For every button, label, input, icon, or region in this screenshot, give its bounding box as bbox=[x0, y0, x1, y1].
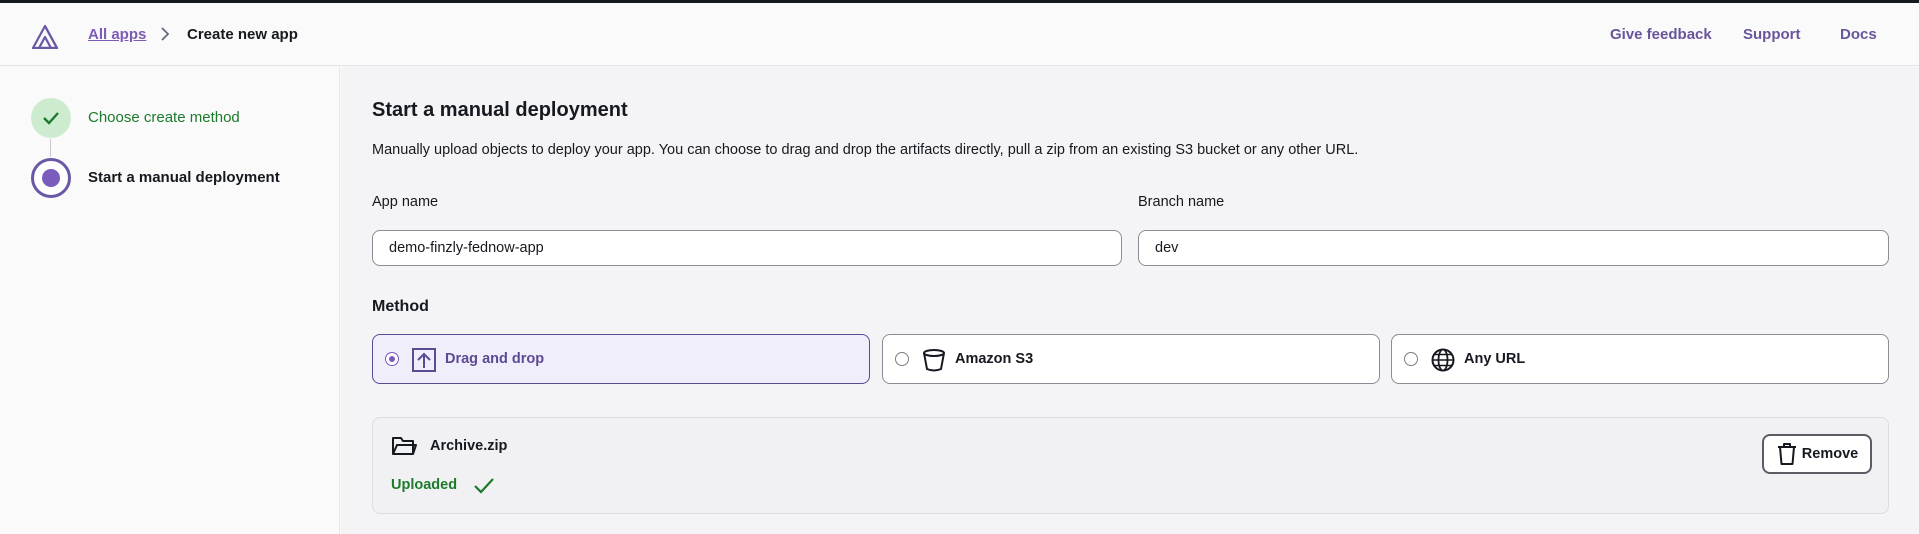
remove-button[interactable]: Remove bbox=[1762, 434, 1872, 474]
chevron-right-icon bbox=[161, 27, 170, 41]
branch-name-label: Branch name bbox=[1138, 194, 1225, 210]
give-feedback-link[interactable]: Give feedback bbox=[1610, 26, 1712, 43]
app-name-label: App name bbox=[372, 194, 439, 210]
breadcrumb-current: Create new app bbox=[187, 26, 298, 43]
method-option-label: Drag and drop bbox=[445, 351, 545, 367]
globe-icon bbox=[1431, 348, 1455, 372]
bucket-icon bbox=[923, 349, 945, 372]
check-icon bbox=[474, 478, 494, 494]
main-content: Start a manual deployment Manually uploa… bbox=[341, 67, 1919, 534]
check-icon bbox=[43, 112, 59, 125]
page-description: Manually upload objects to deploy your a… bbox=[372, 142, 1359, 158]
remove-label: Remove bbox=[1801, 446, 1859, 462]
uploaded-file-panel: Archive.zip Uploaded Remove bbox=[372, 417, 1889, 514]
radio-button[interactable] bbox=[895, 352, 909, 366]
top-navigation: All apps Create new app Give feedback Su… bbox=[0, 3, 1919, 66]
current-step-dot bbox=[42, 169, 60, 187]
upload-icon bbox=[412, 348, 436, 372]
method-option-amazon-s3[interactable]: Amazon S3 bbox=[882, 334, 1380, 384]
method-option-any-url[interactable]: Any URL bbox=[1391, 334, 1889, 384]
radio-button[interactable] bbox=[1404, 352, 1418, 366]
radio-button[interactable] bbox=[385, 352, 399, 366]
folder-icon bbox=[392, 437, 417, 455]
step-start-manual-deployment: Start a manual deployment bbox=[88, 169, 280, 186]
docs-link[interactable]: Docs bbox=[1840, 26, 1877, 43]
method-option-drag-and-drop[interactable]: Drag and drop bbox=[372, 334, 870, 384]
upload-status: Uploaded bbox=[391, 477, 458, 493]
support-link[interactable]: Support bbox=[1743, 26, 1801, 43]
amplify-logo-icon[interactable] bbox=[30, 23, 60, 49]
step-current-indicator bbox=[31, 158, 71, 198]
file-name: Archive.zip bbox=[430, 438, 508, 454]
step-connector bbox=[50, 139, 51, 157]
app-name-input[interactable] bbox=[372, 230, 1122, 266]
branch-name-input[interactable] bbox=[1138, 230, 1889, 266]
method-option-label: Any URL bbox=[1464, 351, 1526, 367]
breadcrumb-all-apps[interactable]: All apps bbox=[88, 26, 146, 43]
step-choose-create-method[interactable]: Choose create method bbox=[88, 109, 240, 126]
step-complete-indicator bbox=[31, 98, 71, 138]
trash-icon bbox=[1777, 443, 1796, 465]
method-option-label: Amazon S3 bbox=[955, 351, 1034, 367]
page-title: Start a manual deployment bbox=[372, 99, 628, 121]
wizard-steps-sidebar: Choose create method Start a manual depl… bbox=[0, 67, 340, 534]
method-label: Method bbox=[372, 298, 429, 315]
